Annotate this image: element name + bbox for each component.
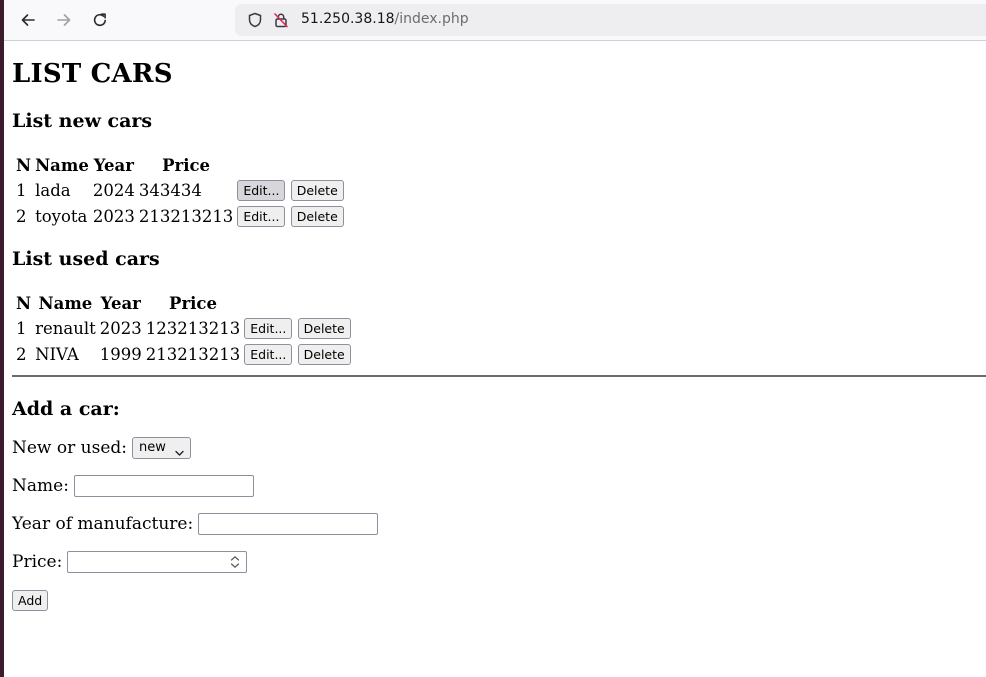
column-header-n: N xyxy=(16,293,32,313)
section-divider xyxy=(12,375,986,377)
url-text[interactable]: 51.250.38.18/index.php xyxy=(301,11,469,27)
cell-actions: Edit... Delete xyxy=(243,342,351,366)
cell-actions: Edit... Delete xyxy=(243,316,351,340)
desktop-edge xyxy=(0,0,4,677)
cell-name: lada xyxy=(35,180,71,200)
table-row: 1 lada 2024 343434 Edit... Delete xyxy=(15,178,345,202)
cell-name: toyota xyxy=(35,206,88,226)
url-path: /index.php xyxy=(394,11,469,27)
cell-year: 2023 xyxy=(99,318,142,338)
browser-toolbar: 51.250.38.18/index.php xyxy=(4,0,986,41)
back-button[interactable] xyxy=(14,6,42,34)
cell-price: 123213213 xyxy=(145,318,241,338)
delete-button[interactable]: Delete xyxy=(297,317,351,339)
cell-n: 2 xyxy=(16,344,27,364)
cell-name: renault xyxy=(35,318,96,338)
spinner-icon[interactable] xyxy=(228,554,242,570)
insecure-lock-icon[interactable] xyxy=(273,12,289,32)
name-label: Name: xyxy=(12,476,69,496)
reload-button[interactable] xyxy=(86,6,114,34)
year-row: Year of manufacture: xyxy=(12,513,379,535)
name-row: Name: xyxy=(12,475,254,497)
chevron-down-icon xyxy=(175,444,184,464)
column-header-price: Price xyxy=(169,293,217,313)
cell-price: 213213213 xyxy=(138,206,234,226)
cell-actions: Edit... Delete xyxy=(236,204,344,228)
column-header-price: Price xyxy=(162,155,211,175)
cell-year: 2024 xyxy=(92,180,135,200)
edit-button[interactable]: Edit... xyxy=(237,205,286,227)
table-row: 1 renault 2023 123213213 Edit... Delete xyxy=(15,316,352,340)
cell-year: 1999 xyxy=(99,344,142,364)
new-cars-heading: List new cars xyxy=(12,110,153,132)
select-value: new xyxy=(139,440,166,455)
price-input[interactable] xyxy=(67,551,248,573)
year-label: Year of manufacture: xyxy=(12,514,194,534)
new-or-used-select[interactable]: new xyxy=(132,437,191,459)
year-input[interactable] xyxy=(198,513,379,535)
cell-n: 1 xyxy=(16,180,27,200)
cell-actions: Edit... Delete xyxy=(236,178,344,202)
type-row: New or used: new xyxy=(12,437,191,459)
table-header-row: N Name Year Price xyxy=(15,154,345,176)
new-cars-table: N Name Year Price 1 lada 2024 343434 Edi… xyxy=(13,152,347,230)
edit-button[interactable]: Edit... xyxy=(244,317,293,339)
edit-button[interactable]: Edit... xyxy=(237,179,286,201)
price-label: Price: xyxy=(12,552,63,572)
used-cars-heading: List used cars xyxy=(12,248,160,270)
add-car-heading: Add a car: xyxy=(12,398,120,420)
name-input[interactable] xyxy=(73,475,254,497)
delete-button[interactable]: Delete xyxy=(290,205,344,227)
address-bar[interactable]: 51.250.38.18/index.php xyxy=(235,4,986,36)
submit-row: Add xyxy=(12,590,49,611)
used-cars-table: N Name Year Price 1 renault 2023 1232132… xyxy=(13,290,354,368)
column-header-year: Year xyxy=(93,155,134,175)
delete-button[interactable]: Delete xyxy=(290,179,344,201)
add-button[interactable]: Add xyxy=(12,590,49,611)
type-label: New or used: xyxy=(12,438,127,458)
table-header-row: N Name Year Price xyxy=(15,292,352,314)
delete-button[interactable]: Delete xyxy=(297,343,351,365)
table-row: 2 toyota 2023 213213213 Edit... Delete xyxy=(15,204,345,228)
cell-name: NIVA xyxy=(35,344,79,364)
cell-price: 343434 xyxy=(138,180,202,200)
arrow-right-icon xyxy=(56,12,72,28)
column-header-actions xyxy=(236,154,344,176)
column-header-n: N xyxy=(16,155,32,175)
price-row: Price: xyxy=(12,551,248,573)
cell-n: 1 xyxy=(16,318,27,338)
arrow-left-icon xyxy=(20,12,36,28)
forward-button[interactable] xyxy=(50,6,78,34)
table-row: 2 NIVA 1999 213213213 Edit... Delete xyxy=(15,342,352,366)
page-title: LIST CARS xyxy=(12,59,173,89)
cell-price: 213213213 xyxy=(145,344,241,364)
shield-icon[interactable] xyxy=(247,12,263,32)
column-header-name: Name xyxy=(38,293,93,313)
column-header-name: Name xyxy=(35,155,89,175)
url-host: 51.250.38.18 xyxy=(301,11,395,27)
reload-icon xyxy=(92,12,108,28)
column-header-year: Year xyxy=(100,293,141,313)
edit-button[interactable]: Edit... xyxy=(244,343,293,365)
cell-n: 2 xyxy=(16,206,27,226)
column-header-actions xyxy=(243,292,351,314)
cell-year: 2023 xyxy=(92,206,135,226)
